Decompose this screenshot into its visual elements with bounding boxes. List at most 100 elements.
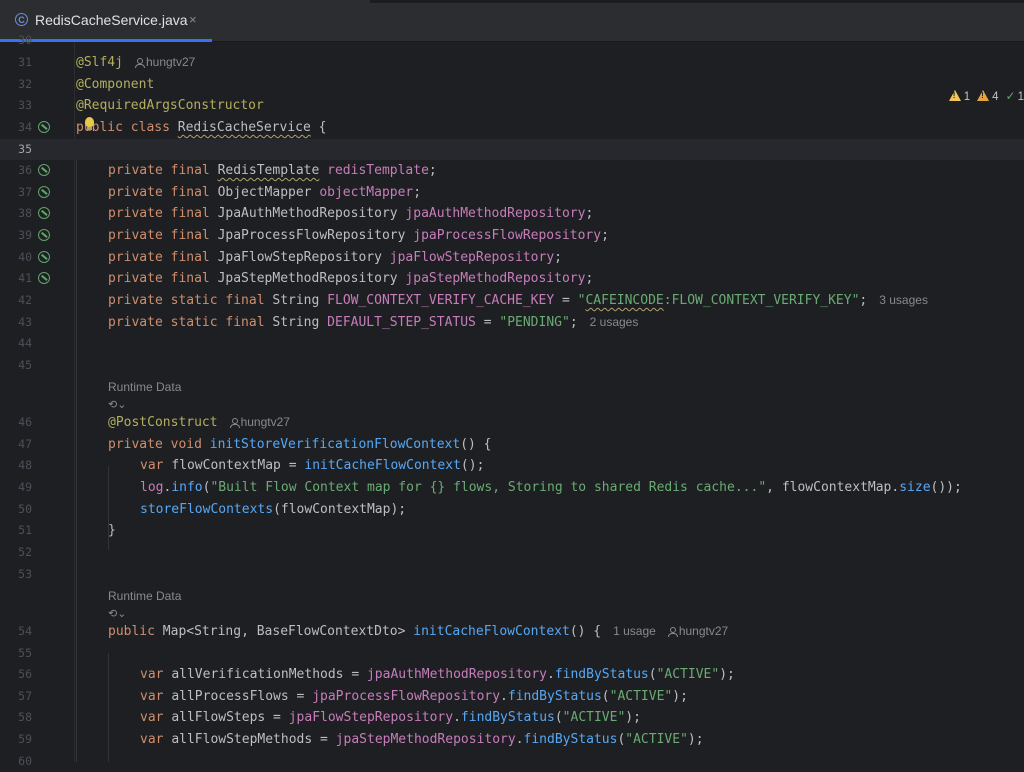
- bean-gutter-icon[interactable]: [38, 121, 50, 133]
- line-number: 50: [18, 502, 32, 516]
- code-line: 50 storeFlowContexts(flowContextMap);: [0, 499, 1024, 520]
- code-line: 34 public class RedisCacheService {: [0, 117, 1024, 138]
- code-text: private final RedisTemplate redisTemplat…: [108, 163, 437, 178]
- code-text: private static final String DEFAULT_STEP…: [108, 315, 639, 330]
- code-text: }: [108, 523, 116, 538]
- code-line: 39 private final JpaProcessFlowRepositor…: [0, 225, 1024, 246]
- code-editor[interactable]: 1 4 ✓1 30 31 @Slf4jhungtv27 32 @Componen…: [0, 33, 1024, 768]
- code-line: 40 private final JpaFlowStepRepository j…: [0, 247, 1024, 268]
- line-number: 39: [18, 228, 32, 242]
- line-number: 43: [18, 315, 32, 329]
- code-text: @Slf4j hungtv27: [76, 55, 196, 70]
- code-line: 48 var flowContextMap = initCacheFlowCon…: [0, 455, 1024, 476]
- usages-hint[interactable]: 1 usage: [613, 624, 656, 638]
- code-line: 38 private final JpaAuthMethodRepository…: [0, 203, 1024, 224]
- line-number: 48: [18, 458, 32, 472]
- code-text: @Component: [76, 77, 155, 92]
- line-number: 40: [18, 250, 32, 264]
- line-number: 51: [18, 523, 32, 537]
- code-text: var allProcessFlows = jpaProcessFlowRepo…: [140, 689, 688, 704]
- line-number: 52: [18, 545, 32, 559]
- line-number: 34: [18, 120, 32, 134]
- code-text: storeFlowContexts(flowContextMap);: [140, 502, 407, 517]
- line-number: 36: [18, 163, 32, 177]
- code-line: 49 log.info("Built Flow Context map for …: [0, 477, 1024, 498]
- person-icon: [229, 418, 240, 428]
- code-line: 53: [0, 564, 1024, 585]
- autowired-gutter-icon[interactable]: [38, 229, 50, 241]
- close-icon[interactable]: ×: [189, 12, 197, 27]
- line-number: 44: [18, 336, 32, 350]
- code-line: 36 private final RedisTemplate redisTemp…: [0, 160, 1024, 181]
- line-number: 45: [18, 358, 32, 372]
- line-number: 33: [18, 98, 32, 112]
- line-number: 30: [18, 33, 32, 47]
- code-line: 30: [0, 30, 1024, 51]
- code-line: 42 private static final String FLOW_CONT…: [0, 290, 1024, 311]
- code-text: var allFlowStepMethods = jpaStepMethodRe…: [140, 732, 704, 747]
- line-number: 58: [18, 710, 32, 724]
- code-line: 56 var allVerificationMethods = jpaAuthM…: [0, 664, 1024, 685]
- line-number: 57: [18, 689, 32, 703]
- tab-label: RedisCacheService.java: [35, 12, 188, 28]
- code-line: 47 private void initStoreVerificationFlo…: [0, 434, 1024, 455]
- author-hint: hungtv27: [667, 624, 728, 638]
- code-line: 37 private final ObjectMapper objectMapp…: [0, 182, 1024, 203]
- code-line: 41 private final JpaStepMethodRepository…: [0, 268, 1024, 289]
- line-number: 54: [18, 624, 32, 638]
- code-line: 32 @Component: [0, 74, 1024, 95]
- code-line: 45: [0, 355, 1024, 376]
- code-text: @PostConstruct hungtv27: [108, 415, 290, 430]
- code-line: 31 @Slf4j hungtv27: [0, 52, 1024, 73]
- autowired-gutter-icon[interactable]: [38, 272, 50, 284]
- code-text: var allVerificationMethods = jpaAuthMeth…: [140, 667, 735, 682]
- code-text: var allFlowSteps = jpaFlowStepRepository…: [140, 710, 641, 725]
- autowired-gutter-icon[interactable]: [38, 207, 50, 219]
- code-line: 33 @RequiredArgsConstructor: [0, 95, 1024, 116]
- autowired-gutter-icon[interactable]: [38, 186, 50, 198]
- line-number: 47: [18, 437, 32, 451]
- code-line: 54 public Map<String, BaseFlowContextDto…: [0, 621, 1024, 642]
- code-line: 59 var allFlowStepMethods = jpaStepMetho…: [0, 729, 1024, 750]
- line-number: 42: [18, 293, 32, 307]
- line-number: 38: [18, 206, 32, 220]
- code-text: private final JpaStepMethodRepository jp…: [108, 271, 594, 286]
- line-number: 35: [18, 142, 32, 156]
- code-text: private final ObjectMapper objectMapper;: [108, 185, 422, 200]
- autowired-gutter-icon[interactable]: [38, 251, 50, 263]
- usages-hint[interactable]: 3 usages: [879, 293, 928, 307]
- code-text: public class RedisCacheService {: [76, 120, 327, 135]
- code-text: var flowContextMap = initCacheFlowContex…: [140, 458, 485, 473]
- autowired-gutter-icon[interactable]: [38, 164, 50, 176]
- runtime-data-icon[interactable]: ⟲⌄: [108, 398, 126, 411]
- line-number: 31: [18, 55, 32, 69]
- tab-bar-edge: [370, 0, 1024, 3]
- code-text: private final JpaProcessFlowRepository j…: [108, 228, 609, 243]
- runtime-data-hint[interactable]: Runtime Data: [108, 589, 181, 603]
- code-line: 55: [0, 643, 1024, 664]
- person-icon: [667, 627, 678, 637]
- runtime-data-icon[interactable]: ⟲⌄: [108, 607, 126, 620]
- line-number: 37: [18, 185, 32, 199]
- line-number: 53: [18, 567, 32, 581]
- line-number: 49: [18, 480, 32, 494]
- code-text: log.info("Built Flow Context map for {} …: [140, 480, 962, 495]
- runtime-data-hint[interactable]: Runtime Data: [108, 380, 181, 394]
- code-line: 58 var allFlowSteps = jpaFlowStepReposit…: [0, 707, 1024, 728]
- code-line: 44: [0, 333, 1024, 354]
- intention-bulb-icon[interactable]: [85, 117, 94, 130]
- code-text: private final JpaAuthMethodRepository jp…: [108, 206, 594, 221]
- person-icon: [134, 58, 145, 68]
- code-line: 51 }: [0, 520, 1024, 541]
- code-text: private static final String FLOW_CONTEXT…: [108, 293, 928, 308]
- java-class-icon: C: [15, 13, 28, 26]
- code-text: private final JpaFlowStepRepository jpaF…: [108, 250, 562, 265]
- usages-hint[interactable]: 2 usages: [590, 315, 639, 329]
- code-text: @RequiredArgsConstructor: [76, 98, 264, 113]
- code-line: 57 var allProcessFlows = jpaProcessFlowR…: [0, 686, 1024, 707]
- author-hint: hungtv27: [134, 55, 195, 69]
- code-text: private void initStoreVerificationFlowCo…: [108, 437, 492, 452]
- line-number: 56: [18, 667, 32, 681]
- line-number: 59: [18, 732, 32, 746]
- code-line-current: 35: [0, 139, 1024, 160]
